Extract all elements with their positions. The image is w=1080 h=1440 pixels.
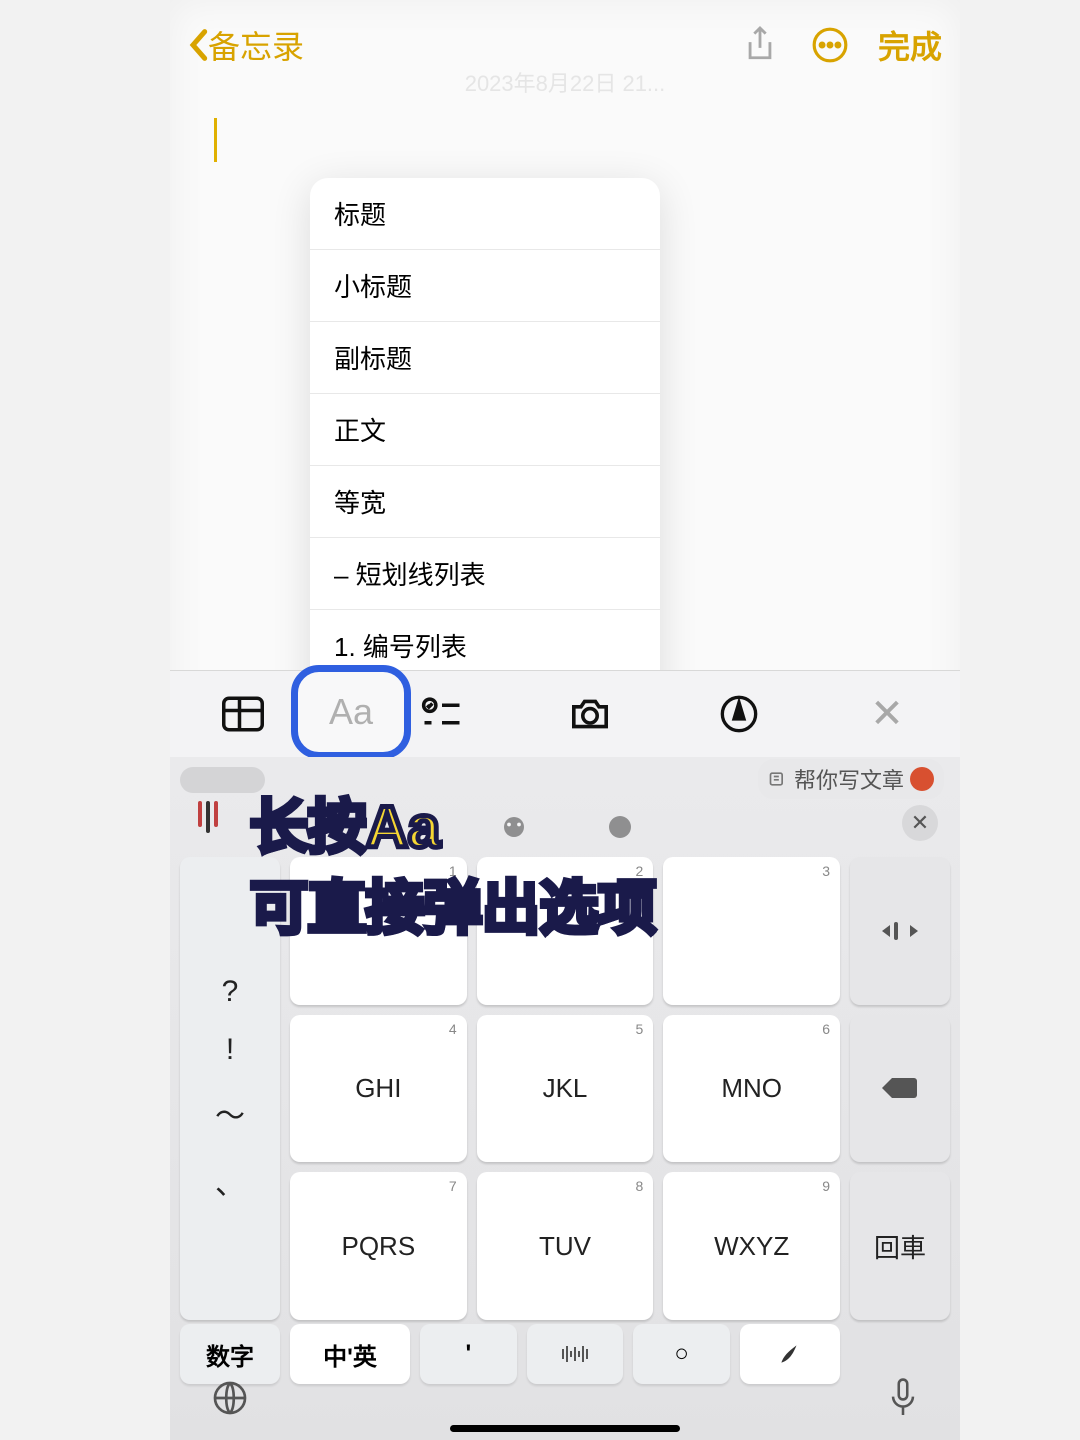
home-indicator[interactable] [450, 1425, 680, 1432]
done-button[interactable]: 完成 [878, 22, 942, 68]
text-format-button[interactable]: Aa [291, 665, 411, 759]
menu-item-dash-list[interactable]: – 短划线列表 [310, 538, 660, 610]
camera-icon[interactable] [567, 691, 613, 737]
backspace-key[interactable] [850, 1015, 950, 1163]
menu-item-body[interactable]: 正文 [310, 394, 660, 466]
menu-item-subheading[interactable]: 副标题 [310, 322, 660, 394]
ai-helper[interactable]: 帮你写文章 [758, 759, 944, 799]
more-icon[interactable] [808, 23, 852, 67]
note-date: 2023年8月22日 21... [170, 66, 960, 98]
key-3[interactable]: 3 [663, 857, 840, 1005]
format-toolbar: Aa ✕ [170, 670, 960, 757]
menu-item-heading[interactable]: 小标题 [310, 250, 660, 322]
key-wxyz[interactable]: WXYZ9 [663, 1172, 840, 1320]
annotation-overlay: 长按Aa 可直接弹出选项 [250, 787, 656, 949]
share-icon[interactable] [738, 23, 782, 67]
key-pqrs[interactable]: PQRS7 [290, 1172, 467, 1320]
close-icon[interactable]: ✕ [864, 691, 910, 737]
helper-badge-icon [910, 767, 934, 791]
mic-icon[interactable] [886, 1376, 920, 1425]
menu-item-title[interactable]: 标题 [310, 178, 660, 250]
checklist-icon[interactable] [419, 691, 465, 737]
cursor-key[interactable] [850, 857, 950, 1005]
text-cursor [214, 118, 217, 162]
key-tuv[interactable]: TUV8 [477, 1172, 654, 1320]
globe-icon[interactable] [210, 1378, 250, 1423]
menu-item-mono[interactable]: 等宽 [310, 466, 660, 538]
key-ghi[interactable]: GHI4 [290, 1015, 467, 1163]
keyboard-close-icon[interactable]: ✕ [902, 805, 938, 841]
enter-key[interactable]: 回車 [850, 1172, 950, 1320]
table-icon[interactable] [220, 691, 266, 737]
phone-frame: 备忘录 完成 2023年8月22日 21... 标题 小标题 副标题 正文 等宽… [170, 0, 960, 1440]
key-jkl[interactable]: JKL5 [477, 1015, 654, 1163]
back-label: 备忘录 [208, 22, 304, 68]
key-mno[interactable]: MNO6 [663, 1015, 840, 1163]
back-button[interactable]: 备忘录 [188, 22, 304, 68]
markup-icon[interactable] [716, 691, 762, 737]
keyboard: 帮你写文章 ✕ 长按Aa 可直接弹出选项 ?!～、 1 2 3 GHI4 JKL… [170, 757, 960, 1440]
